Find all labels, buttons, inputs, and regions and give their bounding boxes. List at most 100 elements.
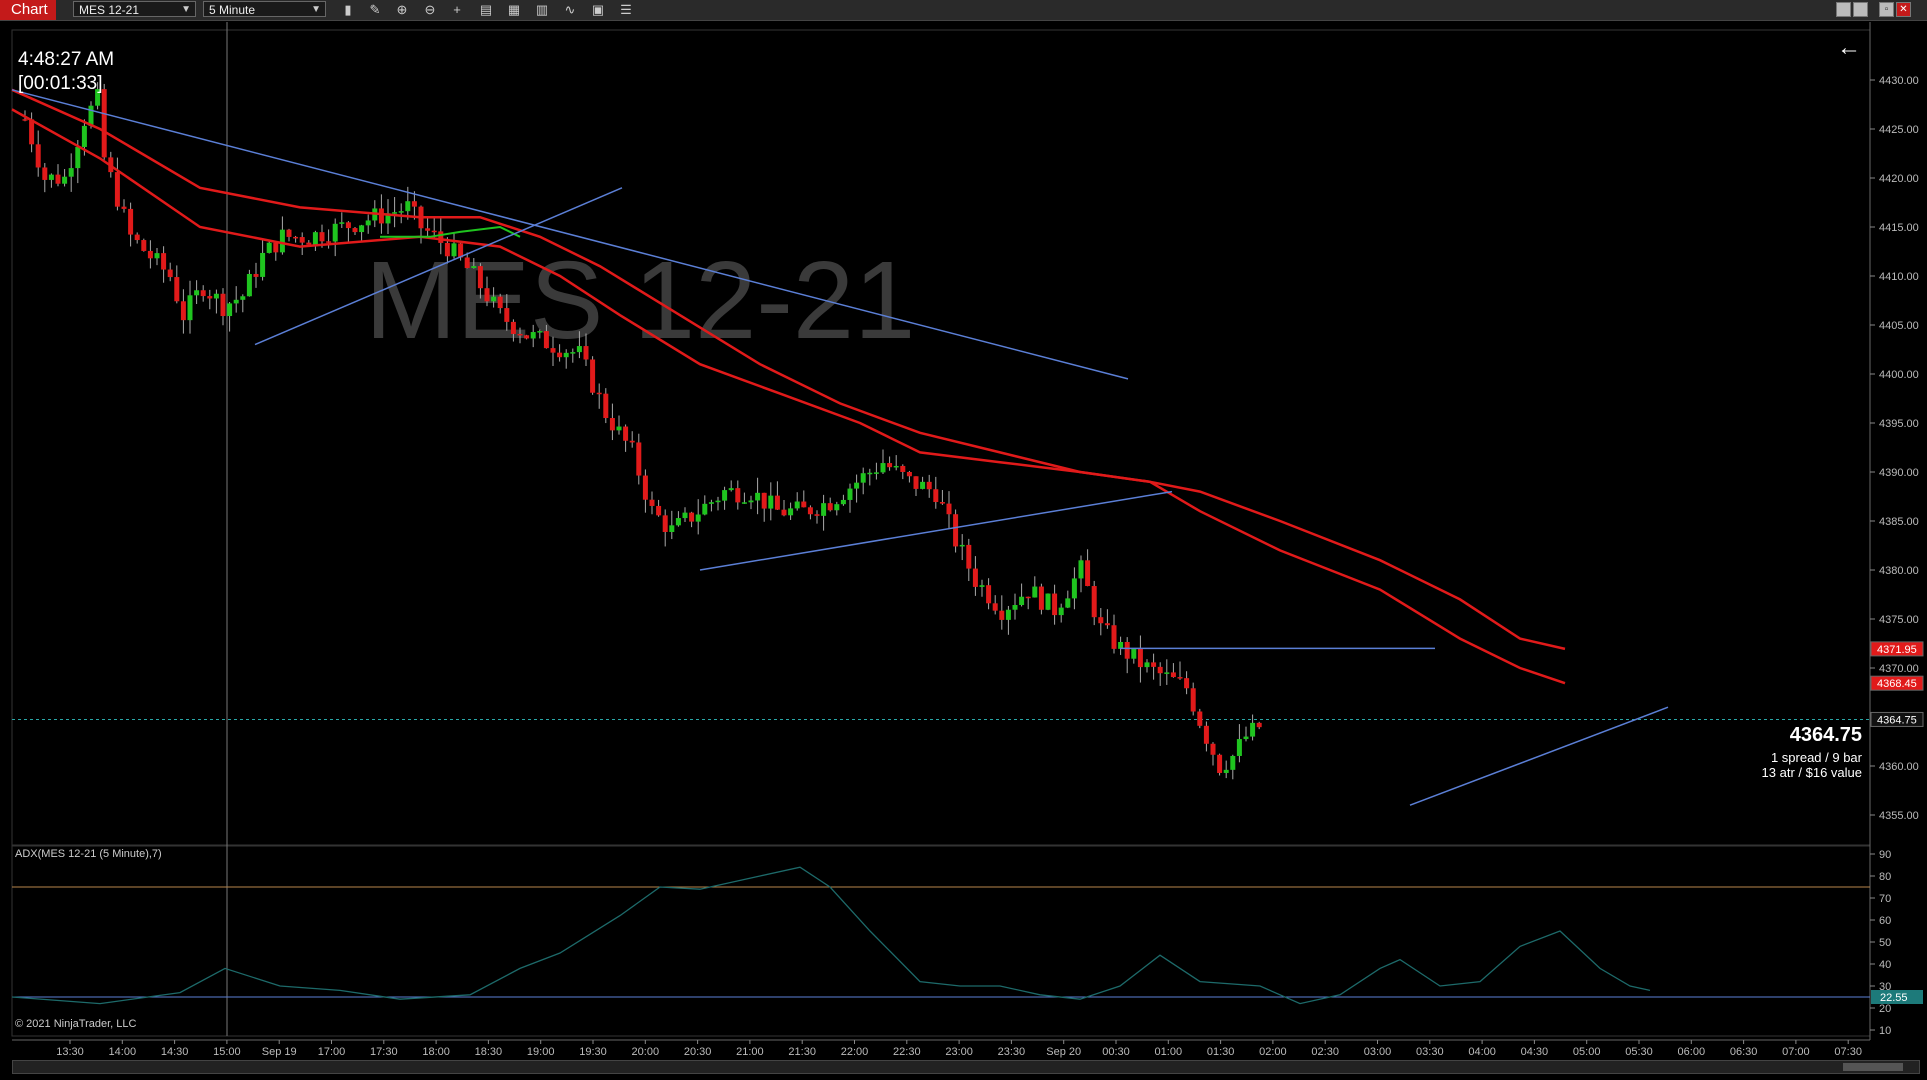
candle-body bbox=[260, 252, 266, 277]
time-tick-label: 04:30 bbox=[1521, 1046, 1549, 1058]
candle-body bbox=[134, 234, 140, 241]
adx-tick-label: 40 bbox=[1879, 959, 1891, 971]
candle-body bbox=[550, 348, 556, 353]
candle-body bbox=[504, 308, 510, 322]
price-chart[interactable]: MES 12-214430.004425.004420.004415.00441… bbox=[0, 0, 1927, 1080]
price-tick-label: 4430.00 bbox=[1879, 75, 1919, 87]
time-tick-label: 06:00 bbox=[1678, 1046, 1706, 1058]
candle-body bbox=[240, 296, 246, 300]
candle-body bbox=[1038, 586, 1044, 610]
candle-body bbox=[913, 476, 919, 489]
candle-body bbox=[1137, 648, 1143, 668]
candle-body bbox=[893, 465, 899, 468]
info-line-2: 13 atr / $16 value bbox=[1761, 765, 1862, 780]
price-tick-label: 4410.00 bbox=[1879, 271, 1919, 283]
candle-body bbox=[273, 242, 279, 253]
candle-body bbox=[768, 495, 774, 509]
candle-body bbox=[735, 488, 741, 503]
candle-body bbox=[986, 585, 992, 604]
candle-body bbox=[81, 125, 87, 147]
candle-body bbox=[1217, 754, 1223, 773]
candle-body bbox=[174, 277, 180, 302]
candle-body bbox=[1098, 617, 1104, 624]
candle-body bbox=[1184, 678, 1190, 689]
candle-body bbox=[847, 488, 853, 500]
candle-body bbox=[1005, 609, 1011, 620]
horizontal-scrollbar[interactable] bbox=[12, 1060, 1920, 1074]
candle-body bbox=[464, 257, 470, 269]
time-tick-label: 00:30 bbox=[1102, 1046, 1130, 1058]
candle-body bbox=[636, 442, 642, 476]
adx-tick-label: 10 bbox=[1879, 1025, 1891, 1037]
time-tick-label: 02:00 bbox=[1259, 1046, 1287, 1058]
candle-body bbox=[431, 230, 437, 233]
candle-body bbox=[728, 488, 734, 491]
time-tick-label: Sep 20 bbox=[1046, 1046, 1081, 1058]
copyright-text: © 2021 NinjaTrader, LLC bbox=[15, 1018, 137, 1030]
time-tick-label: 05:30 bbox=[1625, 1046, 1653, 1058]
candle-body bbox=[253, 273, 259, 277]
candle-body bbox=[29, 119, 35, 145]
candle-body bbox=[887, 463, 893, 468]
candle-body bbox=[748, 500, 754, 503]
candle-body bbox=[1197, 711, 1203, 726]
back-arrow-icon[interactable]: ← bbox=[1837, 34, 1861, 62]
candle-body bbox=[1131, 648, 1137, 659]
price-tick-label: 4395.00 bbox=[1879, 418, 1919, 430]
candle-body bbox=[1071, 578, 1077, 599]
adx-tick-label: 20 bbox=[1879, 1003, 1891, 1015]
scrollbar-thumb[interactable] bbox=[1843, 1063, 1903, 1071]
candle-body bbox=[147, 250, 153, 259]
candle-body bbox=[1230, 755, 1236, 770]
time-tick-label: 06:30 bbox=[1730, 1046, 1758, 1058]
time-tick-label: 19:30 bbox=[579, 1046, 607, 1058]
price-tick-label: 4385.00 bbox=[1879, 516, 1919, 528]
candle-body bbox=[1012, 605, 1018, 610]
candle-body bbox=[167, 269, 173, 278]
candle-body bbox=[992, 603, 998, 611]
candle-body bbox=[682, 512, 688, 519]
candle-body bbox=[543, 331, 549, 349]
time-tick-label: 02:30 bbox=[1311, 1046, 1339, 1058]
candle-body bbox=[702, 503, 708, 515]
candle-body bbox=[332, 223, 338, 242]
candle-body bbox=[774, 495, 780, 510]
time-tick-label: 20:00 bbox=[632, 1046, 660, 1058]
candle-body bbox=[299, 237, 305, 243]
candle-body bbox=[1025, 596, 1031, 599]
candle-body bbox=[1236, 739, 1242, 756]
time-tick-label: 04:00 bbox=[1468, 1046, 1496, 1058]
candle-body bbox=[537, 331, 543, 333]
candle-body bbox=[233, 299, 239, 304]
adx-tick-label: 80 bbox=[1879, 871, 1891, 883]
candle-body bbox=[121, 206, 127, 209]
candle-body bbox=[200, 290, 206, 297]
candle-body bbox=[761, 492, 767, 509]
candle-body bbox=[392, 212, 398, 214]
price-tick-label: 4390.00 bbox=[1879, 467, 1919, 479]
trendline[interactable] bbox=[1409, 706, 1669, 806]
candle-body bbox=[213, 293, 219, 299]
candle-body bbox=[1058, 607, 1064, 616]
time-tick-label: 13:30 bbox=[56, 1046, 84, 1058]
adx-tick-label: 90 bbox=[1879, 849, 1891, 861]
price-tag-label: 4364.75 bbox=[1877, 714, 1917, 726]
candle-body bbox=[920, 481, 926, 489]
candle-body bbox=[1203, 725, 1209, 744]
candle-body bbox=[953, 514, 959, 547]
time-tick-label: 05:00 bbox=[1573, 1046, 1601, 1058]
ema-green-segment bbox=[380, 225, 521, 238]
time-tick-label: 01:30 bbox=[1207, 1046, 1235, 1058]
candle-body bbox=[141, 240, 147, 251]
current-time: 4:48:27 AM bbox=[18, 49, 115, 70]
time-tick-label: 22:30 bbox=[893, 1046, 921, 1058]
time-tick-label: 17:00 bbox=[318, 1046, 346, 1058]
price-tick-label: 4400.00 bbox=[1879, 369, 1919, 381]
candle-body bbox=[596, 392, 602, 395]
adx-tick-label: 70 bbox=[1879, 893, 1891, 905]
candle-body bbox=[609, 418, 615, 431]
ema-fast-line bbox=[11, 88, 1566, 651]
price-tick-label: 4425.00 bbox=[1879, 124, 1919, 136]
candle-body bbox=[1250, 722, 1256, 737]
candle-body bbox=[319, 232, 325, 242]
